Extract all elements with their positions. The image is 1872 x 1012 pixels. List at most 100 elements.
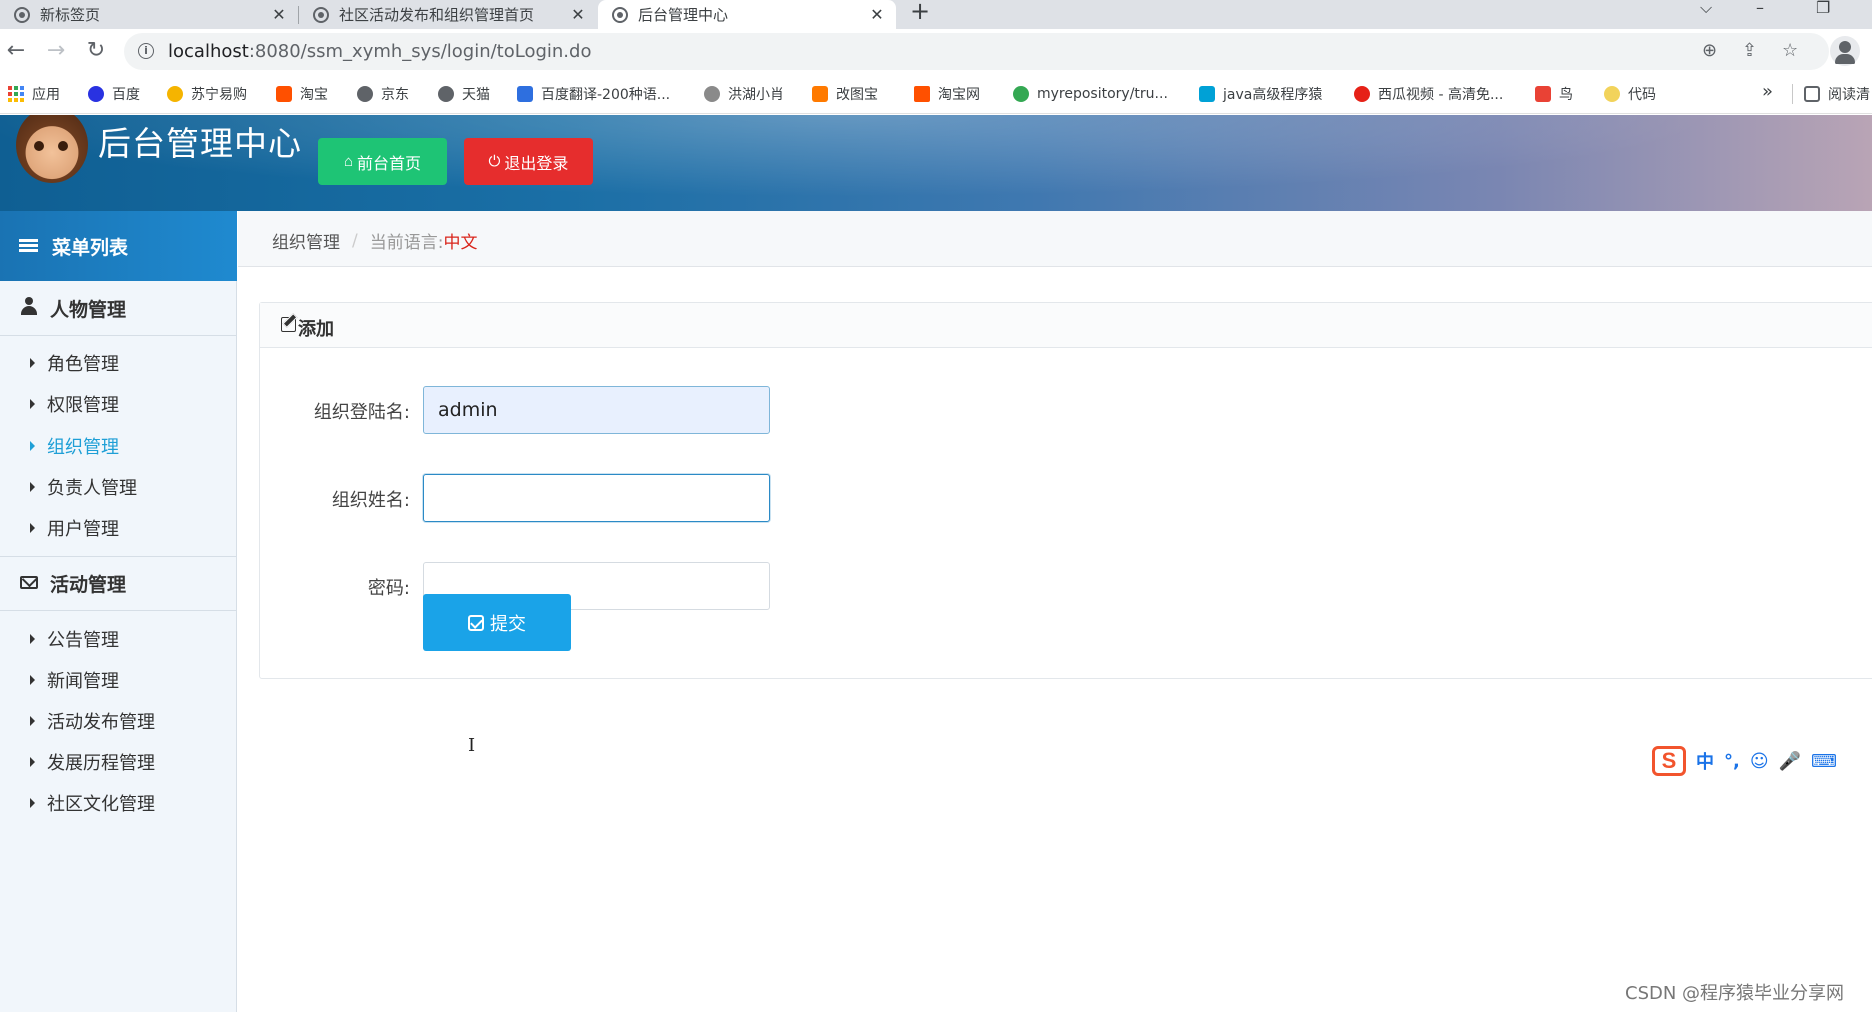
bookmark-jd[interactable]: 京东	[357, 83, 409, 105]
sidebar-item-leaders[interactable]: 负责人管理	[30, 472, 137, 502]
bookmark-label: java高级程序猿	[1223, 87, 1323, 103]
globe-icon	[612, 6, 628, 23]
bookmark-baidu[interactable]: 百度	[88, 83, 140, 105]
bookmark-myrepository[interactable]: myrepository/tru...	[1013, 83, 1168, 105]
code-icon	[1604, 86, 1620, 102]
watermark: CSDN @程序猿毕业分享网	[1625, 983, 1845, 1004]
url-host: localhost	[168, 41, 249, 62]
sidebar-item-label: 组织管理	[47, 437, 119, 458]
sidebar: 菜单列表 人物管理 角色管理 权限管理 组织管理 负责人管理 用户管理 活动管理…	[0, 211, 237, 1012]
panel-title: 添加	[298, 319, 334, 340]
sidebar-item-news[interactable]: 新闻管理	[30, 665, 119, 695]
sidebar-item-users[interactable]: 用户管理	[30, 513, 119, 543]
sidebar-item-culture[interactable]: 社区文化管理	[30, 788, 155, 818]
sidebar-item-permissions[interactable]: 权限管理	[30, 389, 119, 419]
url-text[interactable]: localhost:8080/ssm_xymh_sys/login/toLogi…	[168, 41, 591, 62]
microphone-icon[interactable]: 🎤	[1779, 751, 1801, 772]
power-icon: ⏻	[488, 153, 501, 170]
tab-search-icon[interactable]: ⌵	[1700, 0, 1712, 18]
bookmark-taobao[interactable]: 淘宝	[276, 83, 328, 105]
bookmark-tmall[interactable]: 天猫	[438, 83, 490, 105]
forward-arrow-icon[interactable]: →	[42, 37, 70, 65]
zoom-icon[interactable]: ⊕	[1702, 40, 1717, 61]
home-button[interactable]: ⌂ 前台首页	[318, 138, 447, 185]
suning-icon	[167, 86, 183, 102]
emoji-icon[interactable]: ☺	[1750, 751, 1769, 772]
tab-title: 社区活动发布和组织管理首页	[339, 6, 535, 24]
sidebar-item-history[interactable]: 发展历程管理	[30, 747, 155, 777]
breadcrumb-current[interactable]: 组织管理	[272, 228, 340, 253]
keyboard-icon[interactable]: ⌨	[1811, 751, 1837, 772]
close-icon[interactable]: ✕	[567, 5, 589, 24]
close-icon[interactable]: ✕	[268, 5, 290, 24]
bookmark-label: 淘宝网	[938, 87, 980, 103]
bookmark-baidu-translate[interactable]: 百度翻译-200种语...	[517, 83, 670, 105]
sogou-logo-icon[interactable]: S	[1652, 746, 1686, 776]
reading-list-icon	[1804, 86, 1820, 102]
restore-button[interactable]: ❐	[1816, 0, 1830, 17]
breadcrumb-separator: /	[352, 230, 358, 251]
caret-right-icon	[30, 675, 35, 685]
close-icon[interactable]: ✕	[866, 5, 888, 24]
sidebar-group-activities[interactable]: 活动管理	[0, 556, 237, 611]
bookmark-reading-list[interactable]: 阅读清	[1804, 83, 1870, 105]
bookmark-code[interactable]: 代码	[1604, 83, 1656, 105]
star-icon[interactable]: ☆	[1782, 40, 1798, 61]
login-name-input[interactable]	[423, 386, 770, 434]
list-icon	[19, 239, 38, 253]
browser-tab-admin[interactable]: 后台管理中心 ✕	[598, 0, 896, 29]
bookmark-label: 洪湖小肖	[728, 87, 784, 103]
address-bar[interactable]: i localhost:8080/ssm_xymh_sys/login/toLo…	[124, 33, 1829, 70]
browser-tab-community[interactable]: 社区活动发布和组织管理首页 ✕	[299, 0, 597, 29]
bookmark-label: 代码	[1628, 87, 1656, 103]
sidebar-item-notices[interactable]: 公告管理	[30, 624, 119, 654]
page-viewport: 后台管理中心 ⌂ 前台首页 ⏻ 退出登录 菜单列表 人物管理 角色管理 权限管理…	[0, 115, 1872, 1012]
org-name-input[interactable]	[423, 474, 770, 522]
bookmark-label: myrepository/tru...	[1037, 86, 1168, 102]
sidebar-group-title: 活动管理	[50, 574, 127, 596]
logout-button[interactable]: ⏻ 退出登录	[464, 138, 593, 185]
page-title: 后台管理中心	[98, 124, 302, 163]
bookmark-gaitubao[interactable]: 改图宝	[812, 83, 878, 105]
caret-right-icon	[30, 523, 35, 533]
info-icon[interactable]: i	[138, 43, 154, 59]
sidebar-item-label: 用户管理	[47, 519, 119, 540]
caret-right-icon	[30, 482, 35, 492]
bookmark-apps[interactable]: 应用	[8, 83, 60, 105]
bookmark-label: 百度	[112, 87, 140, 103]
reload-icon[interactable]: ↻	[82, 37, 110, 65]
share-icon[interactable]: ⇪	[1742, 40, 1757, 61]
new-tab-button[interactable]: +	[910, 0, 930, 25]
text-cursor-icon: I	[468, 735, 476, 756]
sidebar-item-activity-publish[interactable]: 活动发布管理	[30, 706, 155, 736]
sidebar-item-label: 新闻管理	[47, 671, 119, 692]
chevron-double-right-icon[interactable]: »	[1762, 81, 1773, 102]
profile-icon[interactable]	[1830, 36, 1860, 66]
minimize-button[interactable]: –	[1756, 0, 1764, 17]
sidebar-item-label: 发展历程管理	[47, 753, 155, 774]
back-arrow-icon[interactable]: ←	[2, 37, 30, 65]
bookmark-honghu[interactable]: 洪湖小肖	[704, 83, 784, 105]
bookmark-bird[interactable]: 鸟	[1535, 83, 1573, 105]
sidebar-item-label: 公告管理	[47, 630, 119, 651]
submit-button[interactable]: 提交	[423, 594, 571, 651]
browser-tab-new[interactable]: 新标签页 ✕	[0, 0, 298, 29]
sidebar-item-organizations[interactable]: 组织管理	[30, 431, 119, 461]
language-label: 当前语言:	[369, 233, 444, 253]
ime-punctuation-icon[interactable]: °,	[1724, 751, 1740, 772]
add-form-panel: 添加 组织登陆名: 组织姓名: 密码: 提交	[259, 302, 1872, 679]
browser-tab-bar: 新标签页 ✕ 社区活动发布和组织管理首页 ✕ 后台管理中心 ✕ + ⌵ – ❐	[0, 0, 1872, 29]
bookmark-xigua[interactable]: 西瓜视频 - 高清免...	[1354, 83, 1503, 105]
caret-right-icon	[30, 358, 35, 368]
caret-right-icon	[30, 634, 35, 644]
sidebar-item-roles[interactable]: 角色管理	[30, 348, 119, 378]
chrome-icon	[1013, 86, 1029, 102]
bookmark-java[interactable]: java高级程序猿	[1199, 83, 1322, 105]
bookmark-suning[interactable]: 苏宁易购	[167, 83, 247, 105]
home-button-label: 前台首页	[357, 155, 422, 173]
sidebar-group-people[interactable]: 人物管理	[0, 281, 237, 336]
menu-header: 菜单列表	[0, 211, 237, 281]
home-icon: ⌂	[343, 153, 354, 170]
ime-chinese-mode[interactable]: 中	[1696, 748, 1714, 774]
bookmark-taobaowang[interactable]: 淘宝网	[914, 83, 980, 105]
